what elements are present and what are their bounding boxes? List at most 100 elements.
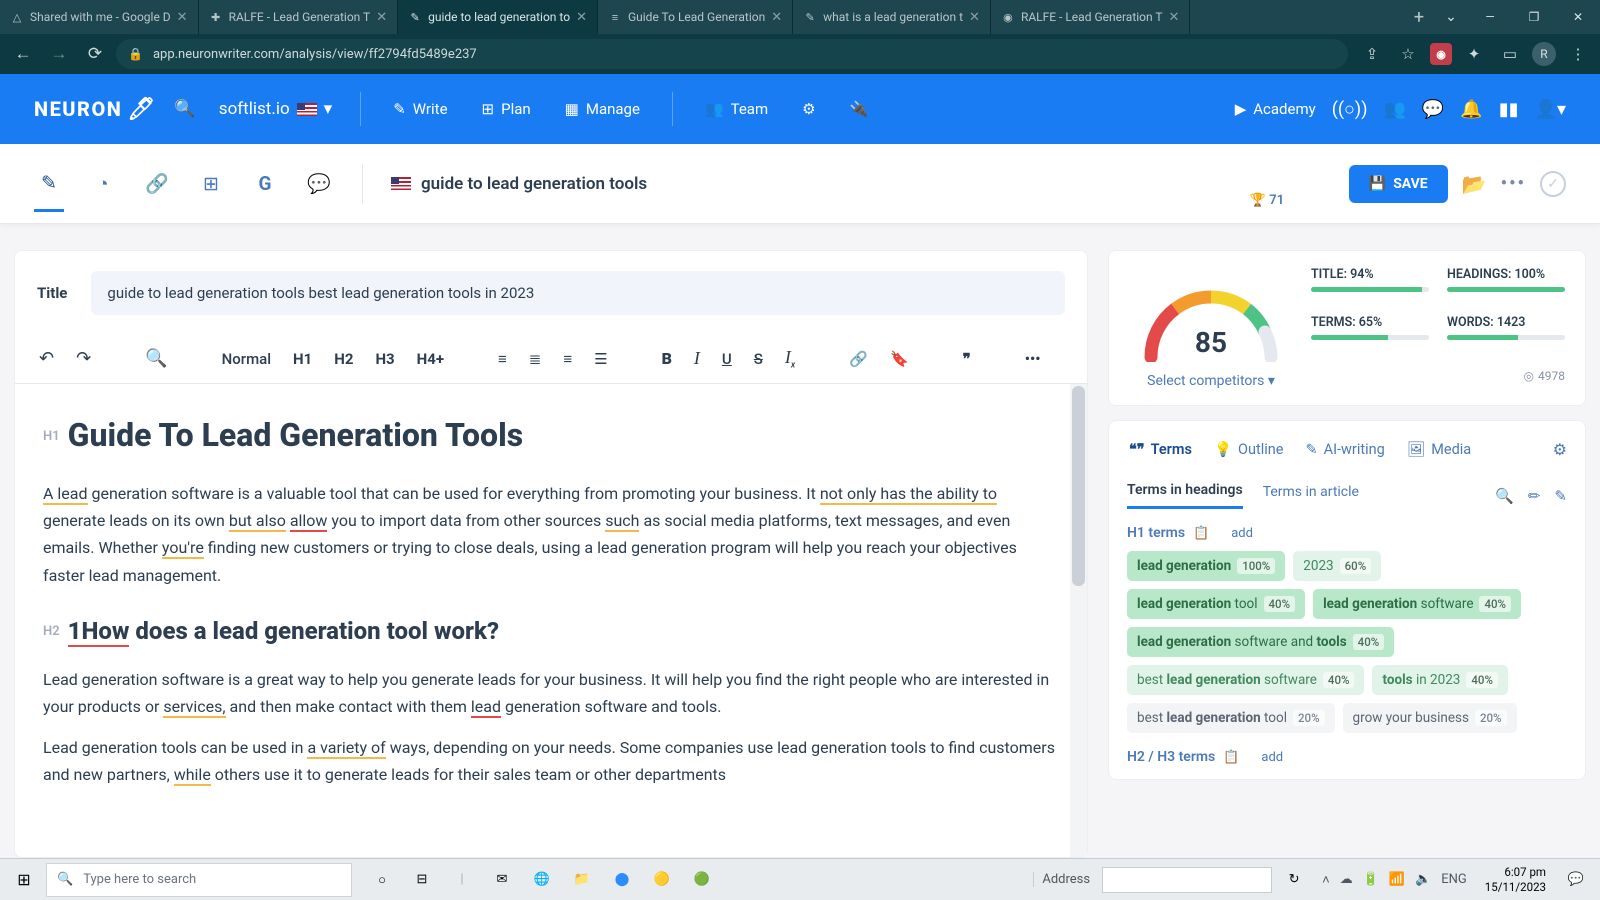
nav-manage[interactable]: ▦Manage <box>555 100 650 118</box>
bookmark-icon[interactable]: ☆ <box>1394 40 1422 68</box>
copy-icon[interactable]: 📋 <box>1223 750 1239 765</box>
term-chip[interactable]: lead generation software40% <box>1313 589 1521 619</box>
cortana-icon[interactable]: ○ <box>364 862 400 898</box>
clear-format-button[interactable]: Ix <box>783 341 797 377</box>
tab-close-icon[interactable]: ✕ <box>969 10 980 25</box>
filter-icon[interactable]: 🔍 <box>1495 487 1514 505</box>
maximize-button[interactable]: ❐ <box>1512 0 1556 34</box>
pause-icon[interactable]: ▮▮ <box>1499 99 1519 120</box>
close-window-button[interactable]: ✕ <box>1556 0 1600 34</box>
back-button[interactable]: ← <box>8 39 38 69</box>
add-h2-term[interactable]: add <box>1261 750 1283 765</box>
term-chip[interactable]: best lead generation software40% <box>1127 665 1364 695</box>
mail-icon[interactable]: ✉ <box>484 862 520 898</box>
nav-team[interactable]: 👥Team <box>695 100 778 118</box>
zoom-icon[interactable]: ⬤ <box>604 862 640 898</box>
search-icon[interactable]: 🔍 <box>171 95 199 123</box>
folder-icon[interactable]: 📂 <box>1462 172 1487 196</box>
term-chip[interactable]: lead generation tool40% <box>1127 589 1305 619</box>
align-right-button[interactable]: ≡ <box>561 344 574 374</box>
tab-close-icon[interactable]: ✕ <box>576 10 587 25</box>
forward-button[interactable]: → <box>44 39 74 69</box>
tab-close-icon[interactable]: ✕ <box>177 10 188 25</box>
chrome2-icon[interactable]: 🟢 <box>684 862 720 898</box>
tab-dropdown[interactable]: ⌄ <box>1434 0 1468 34</box>
term-chip[interactable]: tools in 202340% <box>1372 665 1507 695</box>
underline-button[interactable]: U <box>720 344 734 374</box>
term-chip[interactable]: lead generation software and tools40% <box>1127 627 1394 657</box>
tab-links-icon[interactable]: 🔗 <box>142 156 172 212</box>
tab-ai[interactable]: ✎AI-writing <box>1303 435 1386 464</box>
chrome1-icon[interactable]: 🟡 <box>644 862 680 898</box>
subtab-headings[interactable]: Terms in headings <box>1127 482 1243 509</box>
tab-outline[interactable]: 💡Outline <box>1212 435 1286 464</box>
academy-link[interactable]: ▶Academy <box>1235 100 1316 118</box>
tab-structure-icon[interactable]: ⊞ <box>196 156 226 212</box>
tab-media[interactable]: 🖼Media <box>1405 435 1473 464</box>
more-menu[interactable]: ••• <box>1501 173 1526 194</box>
panel-settings-icon[interactable]: ⚙ <box>1553 440 1567 459</box>
find-button[interactable]: 🔍 <box>143 342 169 375</box>
redo-button[interactable]: ↷ <box>74 342 93 375</box>
new-tab-button[interactable]: + <box>1404 0 1434 34</box>
bold-button[interactable]: B <box>660 343 674 374</box>
reload-button[interactable]: ⟳ <box>80 39 110 69</box>
community-icon[interactable]: 👥 <box>1383 99 1405 120</box>
browser-tab[interactable]: ✚RALFE - Lead Generation T✕ <box>199 0 399 34</box>
tray-up-icon[interactable]: ˄ <box>1322 872 1330 888</box>
align-center-button[interactable]: ≣ <box>527 344 544 374</box>
scrollbar[interactable] <box>1070 384 1087 857</box>
nav-write[interactable]: ✎Write <box>383 100 457 118</box>
term-chip[interactable]: 202360% <box>1293 551 1381 581</box>
nav-plan[interactable]: ⊞Plan <box>472 100 541 118</box>
quote-button[interactable]: ❞ <box>961 344 973 374</box>
bookmark-button[interactable]: 🔖 <box>888 344 911 374</box>
taskbar-search[interactable]: 🔍Type here to search <box>46 863 352 897</box>
extensions-menu-icon[interactable]: ✦ <box>1460 40 1488 68</box>
align-justify-button[interactable]: ☰ <box>592 344 609 374</box>
browser-tab[interactable]: ≡Guide To Lead Generation✕ <box>598 0 793 34</box>
term-chip[interactable]: grow your business20% <box>1343 703 1517 733</box>
edge-icon[interactable]: 🌐 <box>524 862 560 898</box>
editor-body[interactable]: H1Guide To Lead Generation Tools A lead … <box>15 384 1087 857</box>
edit-icon[interactable]: ✏ <box>1528 487 1541 505</box>
term-chip[interactable]: best lead generation tool20% <box>1127 703 1335 733</box>
wifi-icon[interactable]: 📶 <box>1389 872 1405 887</box>
browser-tab[interactable]: ✎guide to lead generation to✕ <box>398 0 598 34</box>
logo[interactable]: NEURON 🖊 <box>34 97 157 122</box>
profile-avatar[interactable]: R <box>1532 42 1556 66</box>
broadcast-icon[interactable]: ((○)) <box>1332 99 1368 120</box>
subtab-article[interactable]: Terms in article <box>1263 484 1359 508</box>
extension-icon[interactable]: ◉ <box>1430 43 1452 65</box>
battery-icon[interactable]: 🔋 <box>1363 872 1379 887</box>
h3-button[interactable]: H3 <box>373 344 396 374</box>
select-competitors[interactable]: Select competitors ▾ <box>1129 373 1293 389</box>
save-button[interactable]: 💾 SAVE <box>1349 165 1448 203</box>
clock[interactable]: 6:07 pm 15/11/2023 <box>1477 865 1554 895</box>
bell-icon[interactable]: 🔔 <box>1460 99 1482 120</box>
tab-close-icon[interactable]: ✕ <box>1169 10 1180 25</box>
share-icon[interactable]: ⇪ <box>1358 40 1386 68</box>
refresh-icon[interactable]: ↻ <box>1276 862 1312 898</box>
link-button[interactable]: 🔗 <box>847 344 870 374</box>
tab-editor-icon[interactable]: ✎ <box>34 156 64 212</box>
h1-button[interactable]: H1 <box>291 344 314 374</box>
italic-button[interactable]: I <box>692 342 702 375</box>
notifications-icon[interactable]: 💬 <box>1558 862 1594 898</box>
nav-settings[interactable]: ⚙ <box>792 100 825 118</box>
start-button[interactable]: ⊞ <box>6 862 42 898</box>
taskview-icon[interactable]: ⊟ <box>404 862 440 898</box>
browser-tab[interactable]: ✎what is a lead generation t✕ <box>793 0 991 34</box>
address-dropdown[interactable] <box>1102 867 1272 893</box>
tab-comments-icon[interactable]: 💬 <box>304 156 334 212</box>
menu-icon[interactable]: ⋮ <box>1564 40 1592 68</box>
add-h1-term[interactable]: add <box>1231 526 1253 541</box>
sound-icon[interactable]: 🔈 <box>1415 872 1431 887</box>
term-chip[interactable]: lead generation100% <box>1127 551 1285 581</box>
more-format-button[interactable]: ••• <box>1023 344 1043 374</box>
edit2-icon[interactable]: ✎ <box>1554 487 1567 505</box>
h4plus-button[interactable]: H4+ <box>415 344 446 374</box>
undo-button[interactable]: ↶ <box>37 342 56 375</box>
minimize-button[interactable]: — <box>1468 0 1512 34</box>
tab-close-icon[interactable]: ✕ <box>771 10 782 25</box>
